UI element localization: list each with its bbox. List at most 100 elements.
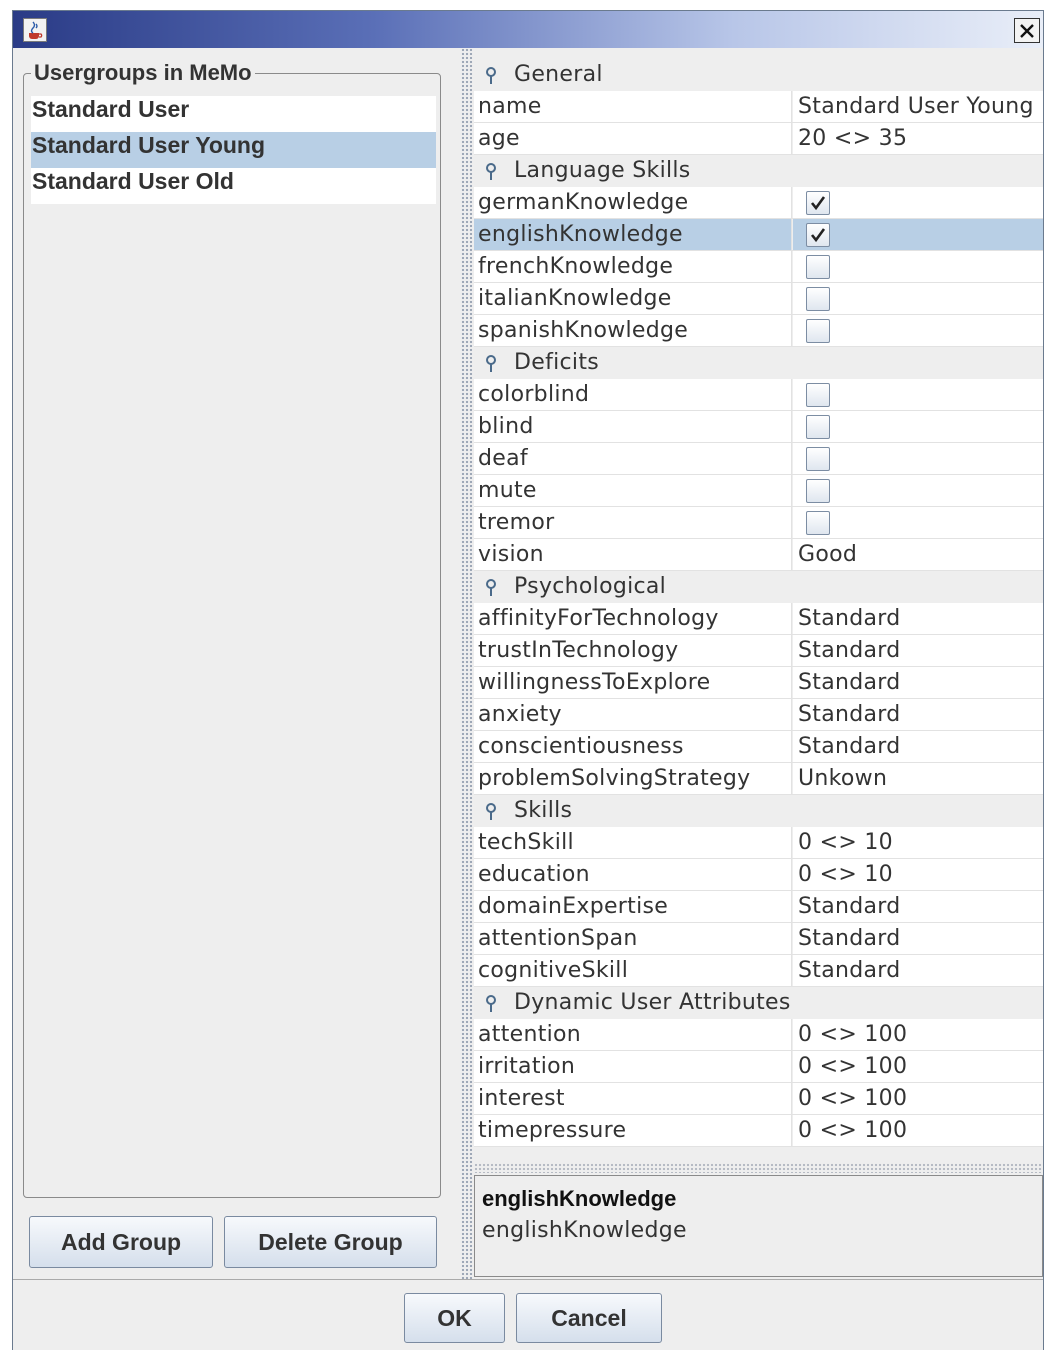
usergroup-list-item[interactable]: Standard User Old — [31, 168, 436, 204]
delete-group-button[interactable]: Delete Group — [224, 1216, 437, 1268]
property-row[interactable]: colorblind — [474, 379, 1043, 411]
property-row[interactable]: cognitiveSkill Standard — [474, 955, 1043, 987]
property-checkbox[interactable] — [806, 191, 830, 215]
category-header[interactable]: General — [474, 59, 1043, 91]
property-checkbox[interactable] — [806, 511, 830, 535]
property-value[interactable]: Standard — [793, 891, 1043, 922]
property-checkbox[interactable] — [806, 223, 830, 247]
title-bar[interactable] — [13, 11, 1043, 48]
category-header[interactable]: Language Skills — [474, 155, 1043, 187]
property-row[interactable]: name Standard User Young — [474, 91, 1043, 123]
category-toggle-icon[interactable] — [484, 355, 498, 373]
property-value-cell[interactable] — [793, 219, 1043, 250]
property-value[interactable]: Standard — [793, 699, 1043, 730]
property-row[interactable]: interest 0 <> 100 — [474, 1083, 1043, 1115]
property-value-cell[interactable] — [793, 443, 1043, 474]
property-checkbox[interactable] — [806, 383, 830, 407]
category-toggle-icon[interactable] — [484, 67, 498, 85]
property-row[interactable]: spanishKnowledge — [474, 315, 1043, 347]
property-checkbox[interactable] — [806, 255, 830, 279]
property-checkbox[interactable] — [806, 479, 830, 503]
property-value[interactable]: 0 <> 100 — [793, 1051, 1043, 1082]
category-header[interactable]: Deficits — [474, 347, 1043, 379]
property-value[interactable]: Standard — [793, 923, 1043, 954]
property-row[interactable]: domainExpertise Standard — [474, 891, 1043, 923]
property-row[interactable]: conscientiousness Standard — [474, 731, 1043, 763]
property-value[interactable]: 0 <> 100 — [793, 1019, 1043, 1050]
property-checkbox[interactable] — [806, 447, 830, 471]
property-name: anxiety — [474, 699, 792, 730]
close-button[interactable] — [1014, 18, 1040, 43]
property-value-cell[interactable] — [793, 411, 1043, 442]
property-name: cognitiveSkill — [474, 955, 792, 986]
property-row[interactable]: irritation 0 <> 100 — [474, 1051, 1043, 1083]
category-header[interactable]: Dynamic User Attributes — [474, 987, 1043, 1019]
property-row[interactable]: timepressure 0 <> 100 — [474, 1115, 1043, 1147]
property-name: vision — [474, 539, 792, 570]
property-name: interest — [474, 1083, 792, 1114]
property-row[interactable]: vision Good — [474, 539, 1043, 571]
split-pane-divider[interactable] — [461, 48, 473, 1279]
property-row[interactable]: tremor — [474, 507, 1043, 539]
usergroup-list-item[interactable]: Standard User — [31, 96, 436, 132]
property-row[interactable]: germanKnowledge — [474, 187, 1043, 219]
property-row[interactable]: trustInTechnology Standard — [474, 635, 1043, 667]
property-checkbox[interactable] — [806, 415, 830, 439]
property-row[interactable]: englishKnowledge — [474, 219, 1043, 251]
add-group-button[interactable]: Add Group — [29, 1216, 213, 1268]
property-row[interactable]: deaf — [474, 443, 1043, 475]
category-title: Psychological — [514, 574, 667, 599]
ok-button[interactable]: OK — [404, 1293, 505, 1343]
cancel-button[interactable]: Cancel — [516, 1293, 662, 1343]
property-sheet: General name Standard User Young age 20 <> 3… — [474, 59, 1043, 1159]
property-value-cell[interactable] — [793, 251, 1043, 282]
category-toggle-icon[interactable] — [484, 163, 498, 181]
property-value[interactable]: Standard — [793, 635, 1043, 666]
property-row[interactable]: blind — [474, 411, 1043, 443]
property-sheet-splitter[interactable] — [474, 1163, 1043, 1173]
category-header[interactable]: Skills — [474, 795, 1043, 827]
usergroups-list[interactable]: Standard User Standard User Young Standard… — [31, 96, 436, 204]
property-value[interactable]: Standard User Young — [793, 91, 1043, 122]
property-name: englishKnowledge — [474, 219, 792, 250]
property-value[interactable]: 0 <> 10 — [793, 859, 1043, 890]
property-row[interactable]: frenchKnowledge — [474, 251, 1043, 283]
property-row[interactable]: italianKnowledge — [474, 283, 1043, 315]
property-value[interactable]: Standard — [793, 731, 1043, 762]
category-toggle-icon[interactable] — [484, 995, 498, 1013]
property-value[interactable]: 0 <> 100 — [793, 1083, 1043, 1114]
property-row[interactable]: willingnessToExplore Standard — [474, 667, 1043, 699]
property-row[interactable]: problemSolvingStrategy Unkown — [474, 763, 1043, 795]
property-value[interactable]: 0 <> 10 — [793, 827, 1043, 858]
property-value[interactable]: Standard — [793, 955, 1043, 986]
property-value-cell[interactable] — [793, 187, 1043, 218]
property-row[interactable]: age 20 <> 35 — [474, 123, 1043, 155]
property-value[interactable]: Unkown — [793, 763, 1043, 794]
property-value[interactable]: Standard — [793, 667, 1043, 698]
category-toggle-icon[interactable] — [484, 579, 498, 597]
property-value[interactable]: Standard — [793, 603, 1043, 634]
checkmark-icon — [810, 196, 826, 211]
property-row[interactable]: education 0 <> 10 — [474, 859, 1043, 891]
property-checkbox[interactable] — [806, 319, 830, 343]
usergroup-list-item[interactable]: Standard User Young — [31, 132, 436, 168]
category-toggle-icon[interactable] — [484, 803, 498, 821]
property-row[interactable]: attentionSpan Standard — [474, 923, 1043, 955]
property-value[interactable]: 20 <> 35 — [793, 123, 1043, 154]
category-header[interactable]: Psychological — [474, 571, 1043, 603]
property-value-cell[interactable] — [793, 283, 1043, 314]
property-row[interactable]: anxiety Standard — [474, 699, 1043, 731]
property-value-cell[interactable] — [793, 379, 1043, 410]
property-value-cell[interactable] — [793, 507, 1043, 538]
property-row[interactable]: attention 0 <> 100 — [474, 1019, 1043, 1051]
category-title: Skills — [514, 798, 573, 823]
property-value[interactable]: 0 <> 100 — [793, 1115, 1043, 1146]
property-value-cell[interactable] — [793, 315, 1043, 346]
property-value-cell[interactable] — [793, 475, 1043, 506]
property-checkbox[interactable] — [806, 287, 830, 311]
description-text: englishKnowledge — [482, 1218, 687, 1243]
property-row[interactable]: techSkill 0 <> 10 — [474, 827, 1043, 859]
property-row[interactable]: mute — [474, 475, 1043, 507]
property-value[interactable]: Good — [793, 539, 1043, 570]
property-row[interactable]: affinityForTechnology Standard — [474, 603, 1043, 635]
